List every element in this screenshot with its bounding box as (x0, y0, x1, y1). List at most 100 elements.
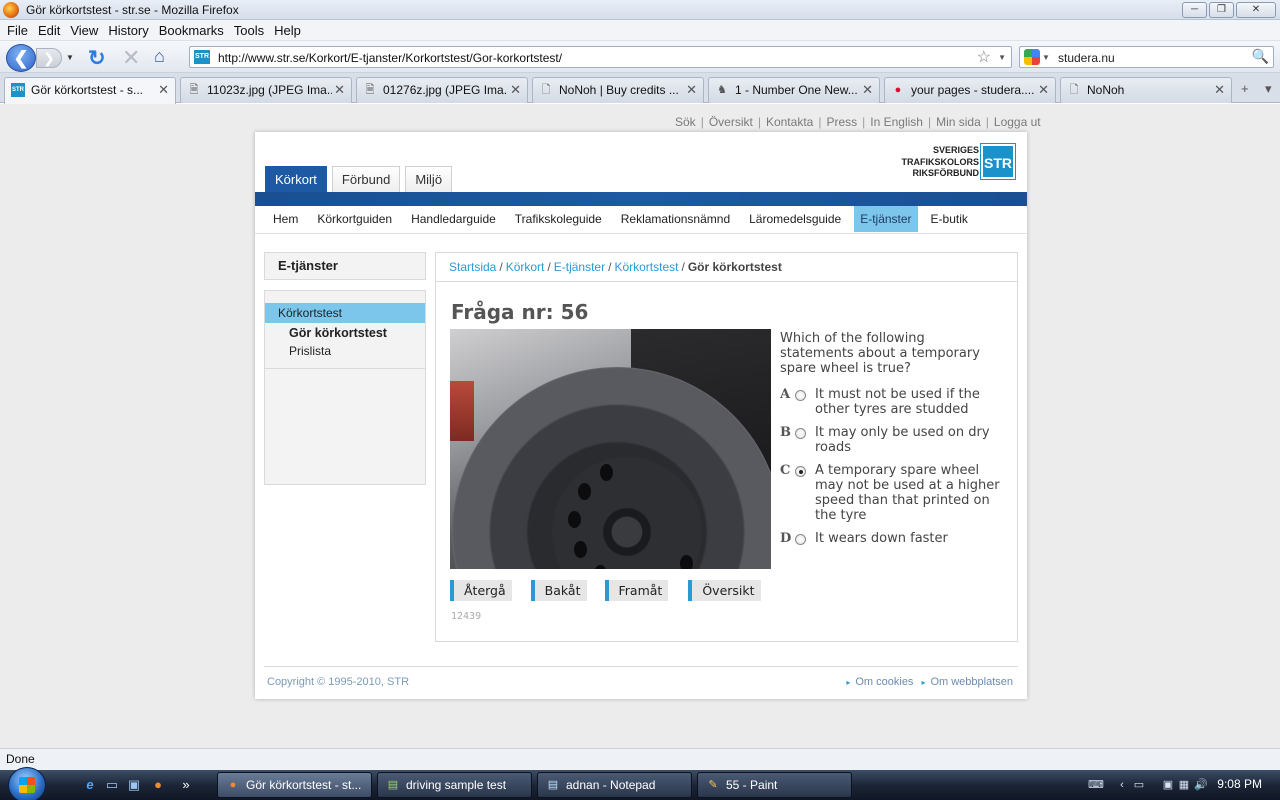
tab-close-icon[interactable]: ✕ (1214, 82, 1225, 98)
taskbar-firefox[interactable]: ● Gör körkortstest - st... (217, 772, 372, 798)
framat-button[interactable]: Framåt (604, 580, 669, 601)
breadcrumb-e-tjanster[interactable]: E-tjänster (554, 260, 605, 274)
tab-close-icon[interactable]: ✕ (158, 82, 169, 98)
option-a-radio[interactable] (795, 390, 806, 401)
str-logo[interactable]: SVERIGES TRAFIKSKOLORS RIKSFÖRBUND STR (891, 143, 1016, 180)
option-b-radio[interactable] (795, 428, 806, 439)
tab-close-icon[interactable]: ✕ (686, 82, 697, 98)
option-d-radio[interactable] (795, 534, 806, 545)
back-button[interactable]: ❮ (6, 44, 36, 72)
search-bar[interactable]: ▼ studera.nu 🔍 (1019, 46, 1274, 68)
sidebar-item-korkortstest[interactable]: Körkortstest (265, 303, 425, 323)
sidebar-item-prislista[interactable]: Prislista (265, 341, 425, 361)
sidebar-menu: Körkortstest Gör körkortstest Prislista (264, 290, 426, 485)
atergaa-button[interactable]: Återgå (450, 580, 512, 601)
footer-link-om-cookies[interactable]: Om cookies (855, 676, 913, 688)
tab-11023z-jpg[interactable]: 🗎 11023z.jpg (JPEG Ima... ✕ (180, 77, 352, 103)
volume-icon[interactable]: 🔊 (1194, 778, 1208, 792)
quicklaunch-overflow-icon[interactable]: » (178, 777, 194, 793)
footer-link-om-webbplatsen[interactable]: Om webbplatsen (930, 676, 1013, 688)
new-tab-icon[interactable]: + (1241, 81, 1249, 96)
tab-close-icon[interactable]: ✕ (334, 82, 345, 98)
tab-01276z-jpg[interactable]: 🗎 01276z.jpg (JPEG Ima... ✕ (356, 77, 528, 103)
minimize-button[interactable]: ─ (1182, 2, 1207, 18)
breadcrumb-korkort[interactable]: Körkort (506, 260, 545, 274)
network-icon[interactable]: ▦ (1177, 778, 1191, 792)
tab-close-icon[interactable]: ✕ (1038, 82, 1049, 98)
menu-edit[interactable]: Edit (33, 23, 65, 38)
footer-links: ▸ Om cookies ▸ Om webbplatsen (846, 676, 1013, 688)
subnav-korkortguiden[interactable]: Körkortguiden (311, 206, 398, 232)
menu-history[interactable]: History (103, 23, 153, 38)
tab-miljo[interactable]: Miljö (405, 166, 453, 192)
switch-windows-icon[interactable]: ▣ (126, 777, 142, 793)
tab-close-icon[interactable]: ✕ (862, 82, 873, 98)
system-clock[interactable]: 9:08 PM (1217, 777, 1262, 791)
url-input[interactable]: http://www.str.se/Korkort/E-tjanster/Kor… (218, 51, 562, 65)
subnav-e-butik[interactable]: E-butik (925, 206, 974, 232)
history-dropdown-icon[interactable]: ▼ (66, 53, 74, 62)
top-link-in-english[interactable]: In English (870, 115, 923, 129)
taskbar-paint[interactable]: ✎ 55 - Paint (697, 772, 852, 798)
search-engine-dropdown-icon[interactable]: ▼ (1042, 53, 1050, 62)
show-hidden-icons[interactable]: ‹ (1115, 778, 1129, 792)
firefox-quicklaunch-icon[interactable]: ● (150, 777, 166, 793)
tab-close-icon[interactable]: ✕ (510, 82, 521, 98)
tab-korkort[interactable]: Körkort (265, 166, 327, 192)
top-link-sok[interactable]: Sök (675, 115, 696, 129)
sidebar-item-gor-korkortstest[interactable]: Gör körkortstest (265, 323, 425, 343)
bakat-button[interactable]: Bakåt (530, 580, 587, 601)
show-desktop-icon[interactable]: ▭ (104, 777, 120, 793)
home-button[interactable]: ⌂ (154, 46, 176, 66)
search-input[interactable]: studera.nu (1058, 51, 1115, 65)
tray-app-icon[interactable]: ▣ (1161, 778, 1175, 792)
subnav-hem[interactable]: Hem (267, 206, 304, 232)
tab-your-pages-studera[interactable]: ● your pages - studera.... ✕ (884, 77, 1056, 103)
breadcrumb-startsida[interactable]: Startsida (449, 260, 496, 274)
google-icon[interactable] (1024, 49, 1040, 65)
reload-button[interactable]: ↻ (88, 46, 106, 71)
menu-bookmarks[interactable]: Bookmarks (154, 23, 229, 38)
close-window-button[interactable]: ✕ (1236, 2, 1276, 18)
maximize-button[interactable]: ❐ (1209, 2, 1234, 18)
tab-nonoh-buy-credits[interactable]: 🗋 NoNoh | Buy credits ... ✕ (532, 77, 704, 103)
tab-nonoh[interactable]: 🗋 NoNoh ✕ (1060, 77, 1232, 103)
search-icon[interactable]: 🔍 (1252, 48, 1269, 65)
tab-number-one-new[interactable]: ♞ 1 - Number One New... ✕ (708, 77, 880, 103)
internet-explorer-icon[interactable]: e (82, 777, 98, 793)
stop-button[interactable]: ✕ (122, 45, 140, 71)
top-link-min-sida[interactable]: Min sida (936, 115, 981, 129)
spare-wheel-image (450, 329, 771, 569)
tray-app-icon[interactable]: ▭ (1132, 778, 1146, 792)
subnav-e-tjanster[interactable]: E-tjänster (854, 206, 918, 232)
subnav-handledarguide[interactable]: Handledarguide (405, 206, 502, 232)
tab-list-icon[interactable]: ▾ (1265, 81, 1272, 97)
option-c-radio[interactable] (795, 466, 806, 477)
menu-view[interactable]: View (65, 23, 103, 38)
subnav-reklamationsnamnd[interactable]: Reklamationsnämnd (615, 206, 736, 232)
taskbar-notepad[interactable]: ▤ adnan - Notepad (537, 772, 692, 798)
footer-divider (264, 666, 1018, 667)
start-button[interactable] (8, 767, 46, 800)
top-link-logga-ut[interactable]: Logga ut (994, 115, 1041, 129)
tab-gor-korkortstest[interactable]: STR Gör körkortstest - s... ✕ (4, 77, 176, 104)
bookmark-star-icon[interactable]: ☆ (977, 47, 991, 67)
forward-button[interactable]: ❯ (36, 48, 62, 68)
top-link-press[interactable]: Press (826, 115, 857, 129)
menu-tools[interactable]: Tools (229, 23, 269, 38)
url-dropdown-icon[interactable]: ▼ (998, 53, 1006, 62)
url-bar[interactable]: STR http://www.str.se/Korkort/E-tjanster… (189, 46, 1012, 68)
tab-forbund[interactable]: Förbund (331, 166, 401, 192)
firefox-icon (3, 2, 19, 18)
oversikt-button[interactable]: Översikt (688, 580, 761, 601)
menu-file[interactable]: File (2, 23, 33, 38)
taskbar-driving-sample-test[interactable]: ▤ driving sample test (377, 772, 532, 798)
keyboard-icon[interactable]: ⌨ (1088, 778, 1104, 792)
menu-help[interactable]: Help (269, 23, 306, 38)
subnav-trafikskoleguide[interactable]: Trafikskoleguide (509, 206, 608, 232)
subnav-laromedelsguide[interactable]: Läromedelsguide (743, 206, 847, 232)
breadcrumb-korkortstest[interactable]: Körkortstest (614, 260, 678, 274)
top-link-oversikt[interactable]: Översikt (709, 115, 753, 129)
breadcrumb: Startsida / Körkort / E-tjänster / Körkortstes… (449, 260, 782, 274)
top-link-kontakta[interactable]: Kontakta (766, 115, 813, 129)
